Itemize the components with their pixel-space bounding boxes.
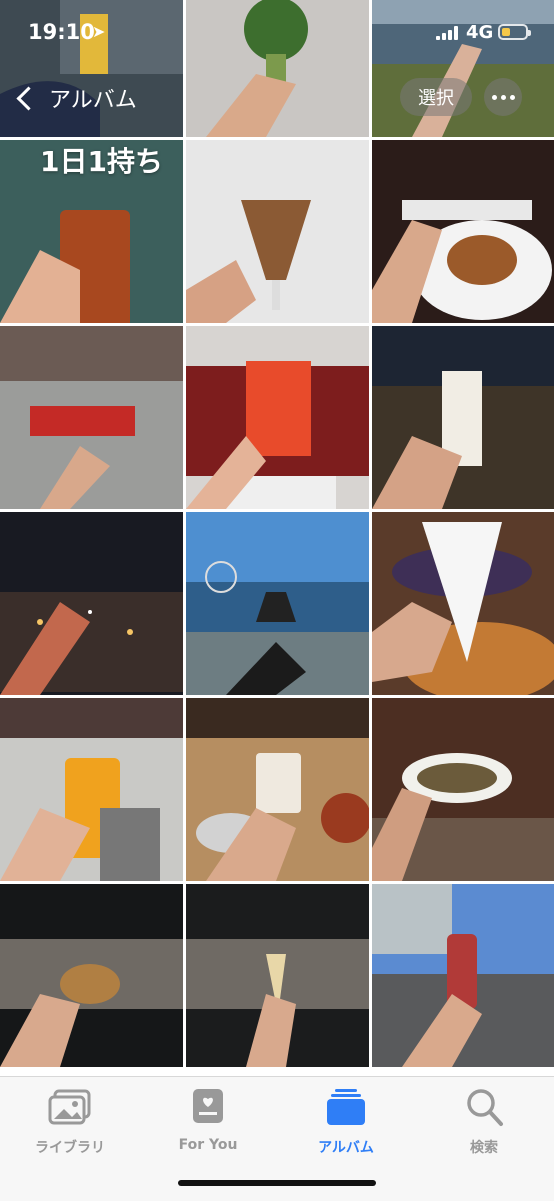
back-button[interactable]: アルバム — [10, 80, 137, 116]
ellipsis-icon — [491, 94, 497, 100]
for-you-icon — [193, 1089, 223, 1123]
photo-thumbnail[interactable] — [372, 326, 554, 509]
tab-for-you-label: For You — [178, 1137, 238, 1153]
search-icon — [467, 1089, 503, 1126]
tab-library-label: ライブラリ — [35, 1140, 105, 1156]
photo-thumbnail[interactable] — [372, 698, 554, 881]
photo-library-icon — [48, 1089, 91, 1125]
photo-thumbnail[interactable] — [0, 512, 183, 695]
album-title: 1日1持ち — [40, 145, 163, 178]
photo-thumbnail[interactable] — [372, 512, 554, 695]
status-time: 19:10 — [28, 20, 95, 44]
photo-thumbnail[interactable] — [0, 884, 183, 1067]
location-arrow-icon: ➤ — [92, 22, 106, 41]
photo-thumbnail[interactable] — [372, 884, 554, 1067]
photo-thumbnail[interactable] — [372, 140, 554, 323]
tab-albums[interactable]: アルバム — [276, 1087, 416, 1157]
photo-thumbnail[interactable] — [186, 326, 369, 509]
tab-library[interactable]: ライブラリ — [0, 1087, 140, 1157]
photo-thumbnail[interactable] — [0, 326, 183, 509]
tab-search[interactable]: 検索 — [414, 1087, 554, 1157]
select-button[interactable]: 選択 — [400, 78, 472, 116]
photo-thumbnail[interactable] — [186, 140, 369, 323]
back-button-label: アルバム — [49, 88, 137, 113]
cellular-signal-icon — [436, 26, 462, 40]
albums-icon — [327, 1089, 365, 1125]
photo-thumbnail[interactable] — [0, 698, 183, 881]
more-options-button[interactable] — [484, 78, 522, 116]
tab-search-label: 検索 — [470, 1140, 498, 1156]
chevron-left-icon — [16, 85, 41, 111]
battery-icon — [498, 24, 531, 40]
photo-thumbnail[interactable] — [186, 884, 369, 1067]
home-indicator[interactable] — [178, 1180, 376, 1186]
tab-for-you[interactable]: For You — [138, 1087, 278, 1153]
photo-thumbnail[interactable] — [186, 698, 369, 881]
network-type: 4G — [466, 22, 494, 43]
tab-albums-label: アルバム — [318, 1140, 374, 1156]
photo-thumbnail[interactable] — [186, 512, 369, 695]
status-bar: 19:10 ➤ 4G — [0, 0, 554, 64]
